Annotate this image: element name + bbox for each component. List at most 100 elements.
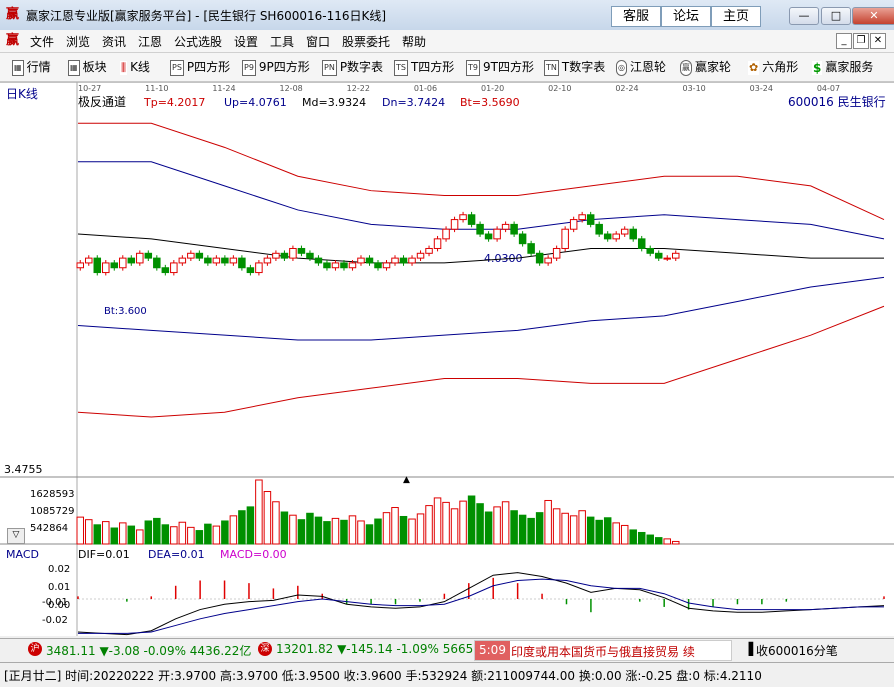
volume-bars xyxy=(76,479,680,545)
maximize-button[interactable]: □ xyxy=(821,7,851,25)
toolbar-t-square-button[interactable]: TS T四方形 xyxy=(394,58,454,76)
date-tick: 12-22 xyxy=(347,84,370,93)
toolbar-sectors-button[interactable]: ▦ 板块 xyxy=(68,58,107,76)
volume-bar xyxy=(442,501,450,545)
volume-bar xyxy=(178,521,187,545)
volume-bar xyxy=(552,508,561,545)
mdi-restore-button[interactable]: ❐ xyxy=(853,33,869,49)
mdi-close-button[interactable]: ✕ xyxy=(870,33,886,49)
toolbar-kline-button[interactable]: ⫼ K线 xyxy=(120,58,150,76)
menu-window[interactable]: 窗口 xyxy=(306,33,330,50)
menu-settings[interactable]: 设置 xyxy=(234,33,258,50)
toolbar-p-square-button[interactable]: PS P四方形 xyxy=(170,58,230,76)
t9-icon: T9 xyxy=(466,59,480,76)
period-label: 日K线 xyxy=(6,87,38,101)
trade-info[interactable]: 收600016分笔 xyxy=(756,642,838,659)
p9-icon: P9 xyxy=(242,59,256,76)
volume-bar xyxy=(450,508,459,545)
scroll-down-button[interactable]: ▽ xyxy=(7,528,25,544)
candle-body xyxy=(527,243,535,254)
candle-body xyxy=(416,252,425,259)
menu-gann[interactable]: 江恩 xyxy=(138,33,162,50)
menu-help[interactable]: 帮助 xyxy=(402,33,426,50)
volume-bar xyxy=(272,501,280,545)
candle-body xyxy=(340,262,348,269)
macd-axis-1: 0.02 xyxy=(48,564,70,575)
grid-icon: ▦ xyxy=(12,59,24,76)
candle-body xyxy=(467,214,476,225)
candle-body xyxy=(314,257,323,264)
volume-bar xyxy=(340,519,348,545)
volume-bar xyxy=(187,526,195,545)
sz-index[interactable]: 13201.82 ▼-145.14 -1.09% 5665.4 xyxy=(276,642,485,656)
mdi-minimize-button[interactable]: _ xyxy=(836,33,852,49)
sz-index-badge: 深 xyxy=(258,642,272,656)
volume-bar xyxy=(246,506,255,545)
volume-bar xyxy=(620,524,629,545)
volume-bar xyxy=(212,525,221,545)
candle-body xyxy=(229,257,238,264)
candle-body xyxy=(263,257,272,264)
volume-bar xyxy=(510,510,518,545)
toolbar-hexagon-button[interactable]: ✿ 六角形 xyxy=(748,58,798,76)
menu-trade[interactable]: 股票委托 xyxy=(342,33,390,50)
candle-body xyxy=(170,262,178,274)
candle-body xyxy=(459,214,467,221)
app-logo-icon: 赢 xyxy=(6,7,20,22)
candle-body xyxy=(280,252,289,259)
candle-body xyxy=(144,252,153,259)
candle-body xyxy=(348,262,357,269)
bt-label: Bt=3.5690 xyxy=(460,96,520,109)
candle-body xyxy=(85,257,93,264)
candle-body xyxy=(578,214,586,221)
volume-axis-label-3: 542864 xyxy=(30,523,68,534)
candle-body xyxy=(442,228,450,240)
menu-browse[interactable]: 浏览 xyxy=(66,33,90,50)
sh-index[interactable]: 3481.11 ▼-3.08 -0.09% 4436.22亿 xyxy=(46,642,251,659)
volume-bar xyxy=(637,531,646,545)
homepage-link[interactable]: 主页 xyxy=(711,6,761,27)
kline-chart[interactable]: 日K线 极反通道 Tp=4.2017 Up=4.0761 Md=3.9324 D… xyxy=(0,81,894,636)
candles xyxy=(76,211,680,276)
channel-lines xyxy=(77,122,885,418)
toolbar-gann-wheel-button[interactable]: ◎ 江恩轮 xyxy=(616,58,666,76)
toolbar-winner-wheel-button[interactable]: 赢赢家轮 xyxy=(680,58,731,76)
low-price-label: Bt:3.600 xyxy=(104,306,147,317)
menu-news[interactable]: 资讯 xyxy=(102,33,126,50)
toolbar-9t-square-button[interactable]: T9 9T四方形 xyxy=(466,58,534,76)
volume-bar xyxy=(561,512,569,545)
news-ticker[interactable]: 5:09 印度或用本国货币与俄直接贸易 续 xyxy=(474,640,732,661)
minimize-button[interactable]: — xyxy=(789,7,819,25)
volume-bar xyxy=(629,529,637,545)
toolbar-p-table-button[interactable]: PN P数字表 xyxy=(322,58,383,76)
close-button[interactable]: ✕ xyxy=(852,7,894,25)
toolbar-t-table-button[interactable]: TN T数字表 xyxy=(544,58,605,76)
chart-area[interactable]: 日K线 极反通道 Tp=4.2017 Up=4.0761 Md=3.9324 D… xyxy=(0,81,894,636)
forum-link[interactable]: 论坛 xyxy=(661,6,711,27)
volume-bar xyxy=(374,518,382,545)
macd-lines xyxy=(77,572,885,636)
menu-formula-pick[interactable]: 公式选股 xyxy=(174,33,222,50)
price-axis-label: 3.4755 xyxy=(4,463,43,476)
candle-body xyxy=(238,257,246,269)
volume-bar xyxy=(527,517,535,545)
toolbar-winner-service-button[interactable]: $ 赢家服务 xyxy=(812,58,873,76)
menu-file[interactable]: 文件 xyxy=(30,33,54,50)
bar-info-status: [正月廿二] 时间:20220222 开:3.9700 高:3.9700 低:3… xyxy=(0,662,894,687)
menu-tools[interactable]: 工具 xyxy=(270,33,294,50)
toolbar-9p-square-button[interactable]: P9 9P四方形 xyxy=(242,58,310,76)
tn-icon: TN xyxy=(544,59,559,76)
volume-bar xyxy=(85,519,93,545)
dn-label: Dn=3.7424 xyxy=(382,96,445,109)
candle-body xyxy=(119,257,127,269)
candle-body xyxy=(569,219,578,230)
customer-service-link[interactable]: 客服 xyxy=(611,6,661,27)
toolbar-quotes-button[interactable]: ▦ 行情 xyxy=(12,58,51,76)
volume-bar xyxy=(229,515,238,545)
channel-line-dn xyxy=(77,276,885,341)
volume-bar xyxy=(569,515,578,545)
volume-bar xyxy=(578,510,586,545)
volume-bar xyxy=(238,510,246,545)
date-tick: 04-07 xyxy=(817,84,840,93)
macd-label: MACD xyxy=(6,548,39,561)
